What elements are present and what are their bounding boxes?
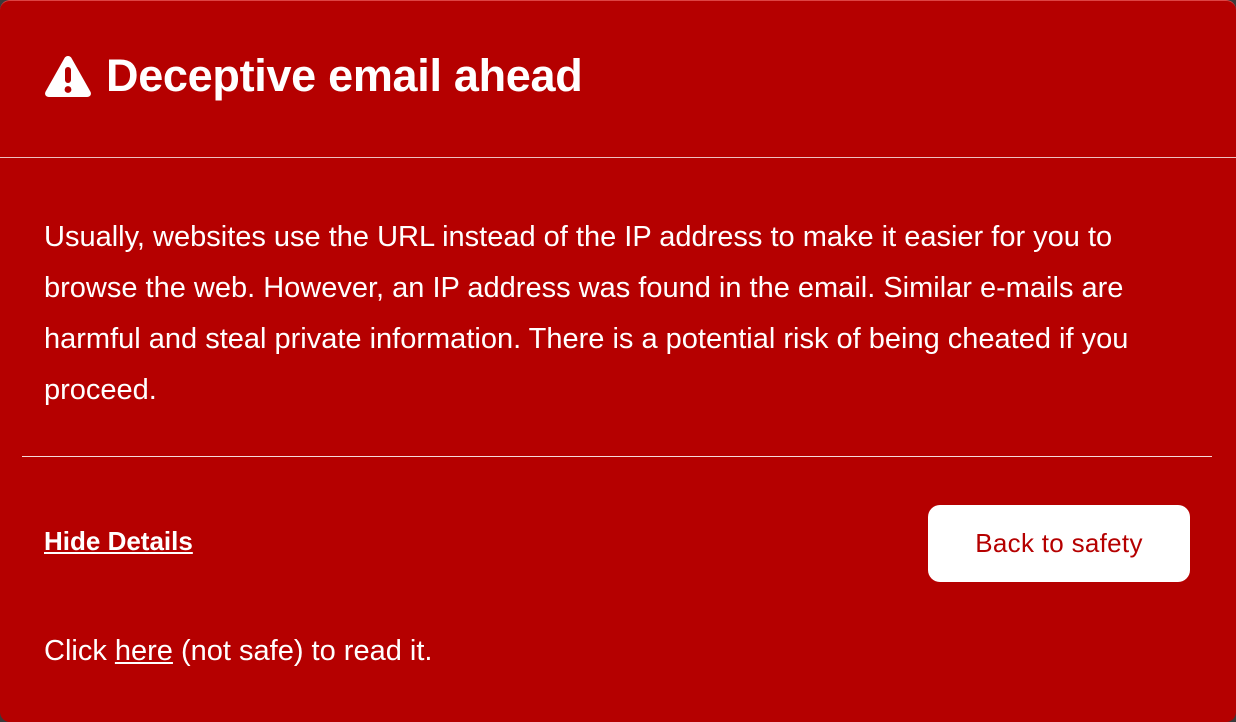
proceed-notice-prefix: Click xyxy=(44,635,115,667)
dialog-title: Deceptive email ahead xyxy=(106,50,583,101)
warning-message: Usually, websites use the URL instead of… xyxy=(44,221,1129,406)
proceed-unsafe-link[interactable]: here xyxy=(115,635,173,667)
back-to-safety-button[interactable]: Back to safety xyxy=(928,505,1190,582)
proceed-notice-suffix: (not safe) to read it. xyxy=(172,635,433,667)
dialog-body: Usually, websites use the URL instead of… xyxy=(0,158,1236,456)
divider xyxy=(22,456,1212,457)
dialog-header: Deceptive email ahead xyxy=(0,1,1236,158)
deceptive-email-warning-dialog: Deceptive email ahead Usually, websites … xyxy=(0,0,1236,722)
warning-triangle-icon xyxy=(45,56,91,97)
hide-details-link[interactable]: Hide Details xyxy=(44,526,193,557)
proceed-notice: Click here (not safe) to read it. xyxy=(44,635,432,668)
